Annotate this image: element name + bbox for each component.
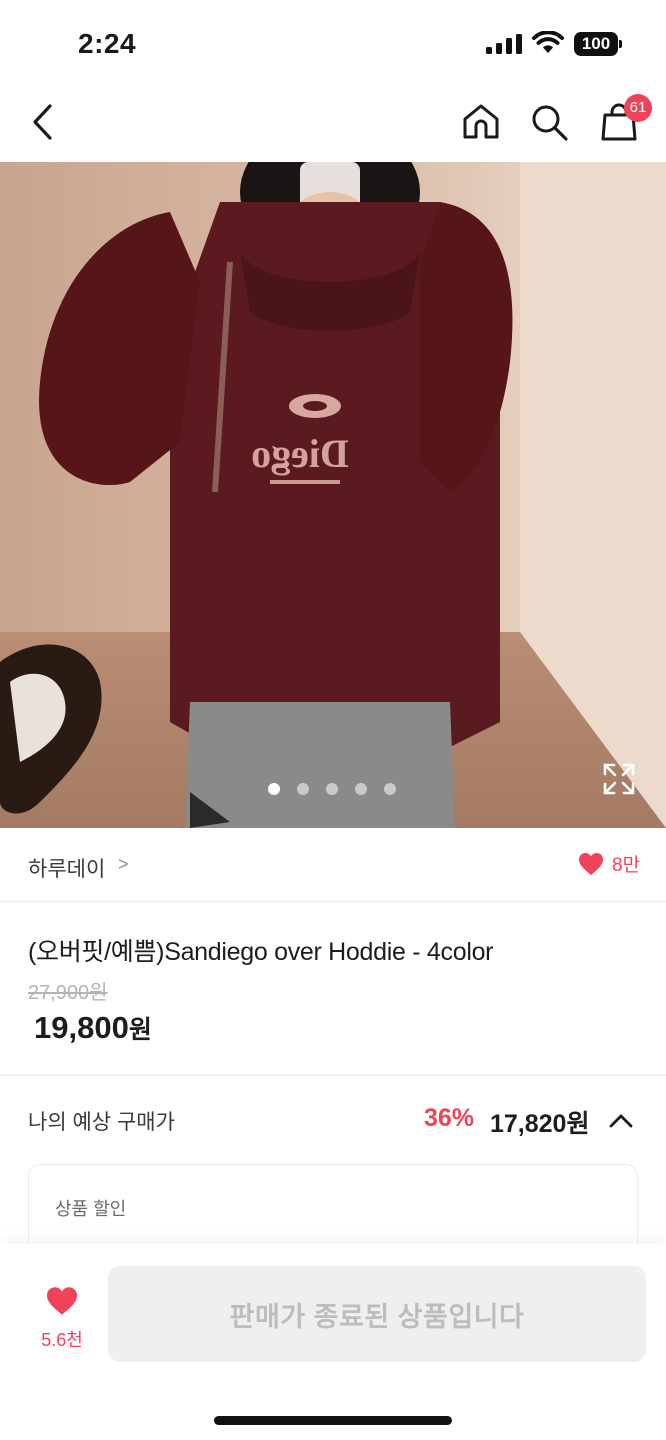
sale-price: 19,800원 xyxy=(34,1010,152,1046)
home-icon xyxy=(463,104,499,139)
sold-out-button[interactable]: 판매가 종료된 상품입니다 xyxy=(108,1266,646,1362)
battery-level: 100 xyxy=(574,32,618,56)
store-like-count: 8만 xyxy=(612,855,641,876)
navigation-bar xyxy=(0,84,666,162)
original-price: 27,900원 xyxy=(28,982,108,1004)
pagination-dot-5[interactable] xyxy=(384,783,396,795)
pagination-dot-1[interactable] xyxy=(268,783,280,795)
sale-price-value: 19,800 xyxy=(34,1010,129,1045)
product-discount-label: 상품 할인 xyxy=(55,1199,127,1219)
expected-price: 17,820원 xyxy=(490,1110,590,1138)
chevron-left-icon xyxy=(33,104,52,140)
pagination-dot-4[interactable] xyxy=(355,783,367,795)
gallery-pagination xyxy=(268,783,396,795)
heart-icon xyxy=(47,1287,77,1315)
back-button[interactable] xyxy=(20,98,64,146)
hoodie-print-text: Diego xyxy=(251,431,349,476)
battery-icon: 100 xyxy=(574,32,622,56)
expand-image-button[interactable] xyxy=(602,762,636,796)
expand-icon xyxy=(603,763,635,795)
section-divider xyxy=(0,1074,666,1076)
pagination-dot-2[interactable] xyxy=(297,783,309,795)
product-image[interactable]: Diego xyxy=(0,162,666,828)
store-name-link[interactable]: 하루데이 xyxy=(28,853,105,883)
store-like-button[interactable]: 8만 xyxy=(578,850,640,877)
status-bar: 2:24 100 xyxy=(0,0,666,84)
heart-icon xyxy=(579,852,603,875)
wishlist-button[interactable]: 5.6천 xyxy=(30,1286,94,1350)
product-photo-illustration: Diego xyxy=(0,162,666,828)
search-button[interactable] xyxy=(526,98,572,146)
chevron-up-icon xyxy=(609,1114,633,1128)
search-icon xyxy=(532,105,568,141)
cart-count-badge: 61 xyxy=(624,94,652,122)
wishlist-count: 5.6천 xyxy=(41,1330,83,1350)
expected-price-label: 나의 예상 구매가 xyxy=(28,1111,175,1134)
wifi-icon xyxy=(532,31,564,53)
home-button[interactable] xyxy=(458,98,504,146)
product-title: (오버핏/예쁨)Sandiego over Hoddie - 4color xyxy=(28,938,494,966)
cellular-signal-icon xyxy=(486,34,522,54)
sale-price-unit: 원 xyxy=(128,1016,152,1044)
home-indicator[interactable] xyxy=(214,1416,452,1425)
expected-discount-rate: 36% xyxy=(424,1104,475,1132)
collapse-expected-price-button[interactable] xyxy=(606,1106,636,1134)
store-row: 하루데이 > 8만 xyxy=(0,828,666,902)
chevron-right-icon: > xyxy=(118,854,129,874)
bottom-action-bar: 5.6천 판매가 종료된 상품입니다 xyxy=(0,1244,666,1440)
status-time: 2:24 xyxy=(78,28,137,59)
pagination-dot-3[interactable] xyxy=(326,783,338,795)
